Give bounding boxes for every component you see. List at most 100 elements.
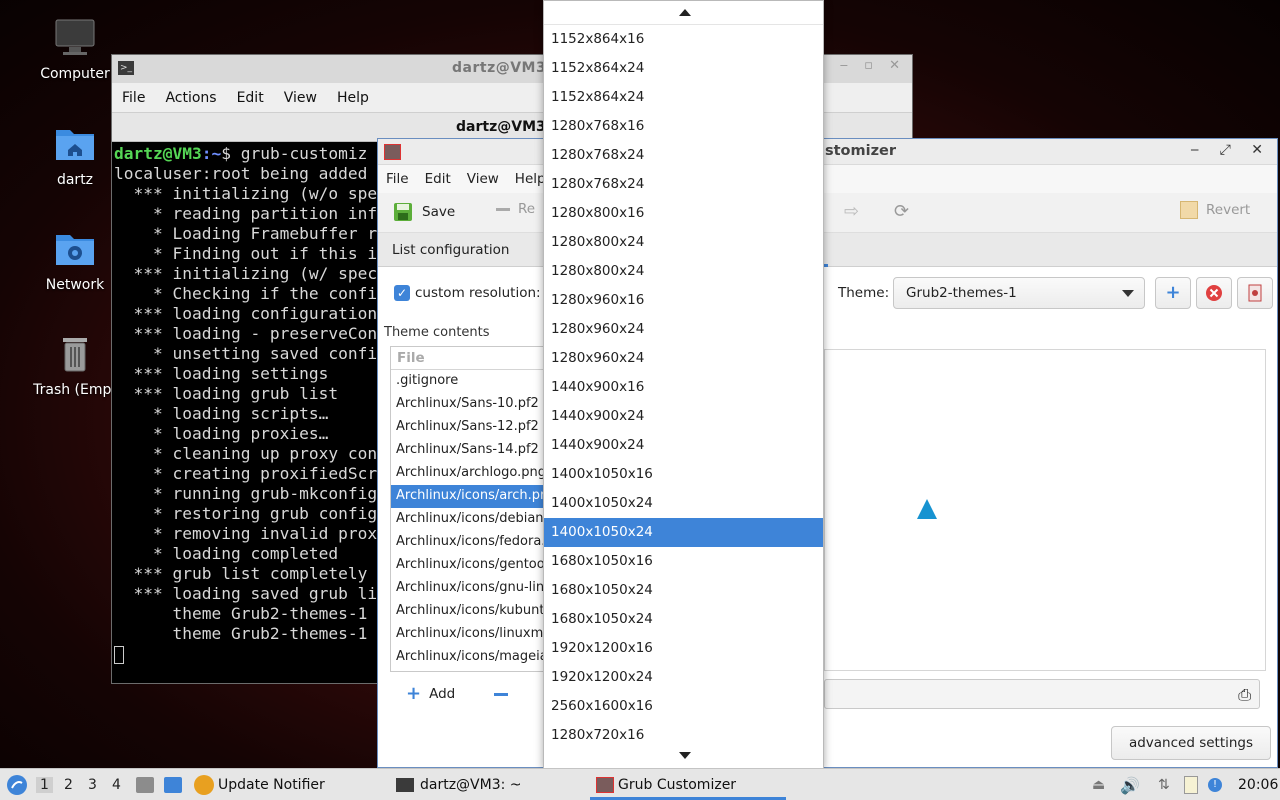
menu-help[interactable]: Help: [515, 171, 546, 187]
resolution-option[interactable]: 1920x1200x24: [544, 663, 823, 692]
desktop-icon-trash[interactable]: Trash (Empt: [30, 332, 120, 398]
file-list-item[interactable]: Archlinux/icons/linuxm: [391, 623, 547, 646]
file-list-item[interactable]: Archlinux/icons/kubunt: [391, 600, 547, 623]
resolution-option[interactable]: 1280x720x16: [544, 721, 823, 744]
menu-help[interactable]: Help: [337, 90, 381, 106]
file-list-item[interactable]: Archlinux/icons/arch.pn: [391, 485, 547, 508]
resolution-option[interactable]: 2560x1600x16: [544, 692, 823, 721]
resolution-option[interactable]: 1152x864x24: [544, 83, 823, 112]
resolution-option[interactable]: 1280x800x16: [544, 199, 823, 228]
advanced-settings-button[interactable]: advanced settings: [1111, 726, 1271, 760]
revert-button[interactable]: Revert: [1180, 201, 1250, 219]
window-controls[interactable]: ‒ ▫ ✕: [840, 58, 906, 73]
menu-edit[interactable]: Edit: [237, 90, 276, 106]
add-theme-button[interactable]: +: [1155, 277, 1191, 309]
file-path-field[interactable]: ⎙: [824, 679, 1260, 709]
plus-icon: +: [1165, 282, 1181, 303]
theme-file-list[interactable]: File .gitignore Archlinux/Sans-10.pf2 Arch…: [390, 346, 548, 672]
custom-resolution-label: custom resolution:: [415, 285, 541, 301]
file-list-item[interactable]: Archlinux/icons/debian: [391, 508, 547, 531]
resolution-option[interactable]: 1400x1050x24: [544, 518, 823, 547]
file-column-header[interactable]: File: [391, 347, 547, 370]
file-list-item[interactable]: Archlinux/icons/fedora.: [391, 531, 547, 554]
tray-clipboard[interactable]: [1184, 769, 1198, 800]
task-grub-customizer[interactable]: Grub Customizer: [596, 769, 736, 800]
desktop-icon-network[interactable]: Network: [30, 227, 120, 293]
desktop-icon-computer[interactable]: Computer: [30, 16, 120, 82]
resolution-option[interactable]: 1440x900x24: [544, 431, 823, 460]
resolution-option[interactable]: 1280x768x16: [544, 112, 823, 141]
resolution-option[interactable]: 1280x768x24: [544, 170, 823, 199]
resolution-option[interactable]: 1280x960x24: [544, 344, 823, 373]
resolution-option[interactable]: 1280x768x24: [544, 141, 823, 170]
resolution-dropdown[interactable]: 1152x864x16 1152x864x24 1152x864x24 1280x76…: [543, 0, 824, 768]
resolution-option[interactable]: 1280x960x16: [544, 286, 823, 315]
task-terminal[interactable]: dartz@VM3: ~: [396, 769, 522, 800]
menu-view[interactable]: View: [467, 171, 499, 187]
resolution-option[interactable]: 1280x800x24: [544, 228, 823, 257]
terminal-line: *** grub list completely: [114, 564, 368, 583]
menu-actions[interactable]: Actions: [165, 90, 228, 106]
resolution-option[interactable]: 1440x900x16: [544, 373, 823, 402]
resolution-option[interactable]: 1152x864x24: [544, 54, 823, 83]
scroll-up-button[interactable]: [544, 1, 823, 25]
remove-button[interactable]: Re: [496, 201, 535, 217]
theme-info-button[interactable]: [1237, 277, 1273, 309]
menu-file[interactable]: File: [122, 90, 157, 106]
theme-select[interactable]: Grub2-themes-1: [893, 277, 1145, 309]
tray-show-desktop[interactable]: ⏏: [1092, 769, 1105, 800]
resolution-option[interactable]: 1152x864x16: [544, 25, 823, 54]
grub-customizer-window[interactable]: stomizer ‒ ⤢ ✕ File Edit View Help Save …: [377, 138, 1278, 768]
resolution-option[interactable]: 1400x1050x16: [544, 460, 823, 489]
desktop-icon-dartz[interactable]: dartz: [30, 122, 120, 188]
refresh-icon[interactable]: ⟳: [894, 201, 909, 222]
menu-file[interactable]: File: [386, 171, 409, 187]
file-list-item[interactable]: .gitignore: [391, 370, 547, 393]
resolution-option[interactable]: 1280x960x24: [544, 315, 823, 344]
menu-view[interactable]: View: [284, 90, 329, 106]
workspace-4[interactable]: 4: [112, 777, 121, 793]
workspace-1[interactable]: 1: [36, 777, 53, 793]
file-list-item[interactable]: Archlinux/icons/gentoo: [391, 554, 547, 577]
resolution-option[interactable]: 1280x800x24: [544, 257, 823, 286]
scroll-down-button[interactable]: [544, 744, 823, 768]
file-list-item[interactable]: Archlinux/icons/mageia: [391, 646, 547, 669]
file-list-item[interactable]: Archlinux/icons/gnu-lin: [391, 577, 547, 600]
right-arrow-icon[interactable]: ⇨: [844, 201, 859, 222]
add-file-button[interactable]: + Add: [406, 683, 455, 704]
start-menu-button[interactable]: [6, 769, 28, 800]
remove-file-button[interactable]: [494, 683, 508, 696]
resolution-option[interactable]: 1920x1200x16: [544, 634, 823, 663]
tray-notifications[interactable]: !: [1208, 769, 1222, 800]
resolution-option[interactable]: 1680x1050x16: [544, 547, 823, 576]
resolution-option[interactable]: 1680x1050x24: [544, 605, 823, 634]
menu-edit[interactable]: Edit: [425, 171, 451, 187]
custom-resolution-checkbox[interactable]: ✓: [394, 285, 410, 301]
tray-volume[interactable]: 🔊: [1120, 769, 1140, 800]
file-list-item[interactable]: Archlinux/Sans-12.pf2: [391, 416, 547, 439]
printer-icon[interactable]: ⎙: [1238, 685, 1251, 705]
file-list-item[interactable]: Archlinux/archlogo.png: [391, 462, 547, 485]
resolution-option[interactable]: 1680x1050x24: [544, 576, 823, 605]
desktop-icon-label: Network: [45, 277, 105, 293]
grub-titlebar[interactable]: stomizer ‒ ⤢ ✕: [378, 139, 1277, 165]
task-update-notifier[interactable]: Update Notifier: [194, 769, 325, 800]
task-label: Grub Customizer: [618, 777, 737, 793]
workspace-3[interactable]: 3: [88, 777, 97, 793]
remove-theme-button[interactable]: [1196, 277, 1232, 309]
tab-list-configuration[interactable]: List configuration: [392, 242, 509, 258]
resolution-option[interactable]: 1440x900x24: [544, 402, 823, 431]
terminal-line: * removing invalid prox: [114, 524, 378, 543]
file-list-item[interactable]: Archlinux/Sans-14.pf2: [391, 439, 547, 462]
window-controls[interactable]: ‒ ⤢ ✕: [1190, 142, 1271, 158]
tray-network[interactable]: ⇅: [1158, 769, 1170, 800]
grub-app-icon: [384, 144, 401, 160]
save-button[interactable]: Save: [392, 201, 455, 223]
terminal-line: *** initializing (w/ spec: [114, 264, 378, 283]
resolution-option[interactable]: 1400x1050x24: [544, 489, 823, 518]
quicklaunch-files[interactable]: [136, 769, 154, 800]
file-list-item[interactable]: Archlinux/Sans-10.pf2: [391, 393, 547, 416]
workspace-2[interactable]: 2: [64, 777, 73, 793]
clock[interactable]: 20:06: [1238, 769, 1278, 800]
quicklaunch-desktop[interactable]: [164, 769, 182, 800]
